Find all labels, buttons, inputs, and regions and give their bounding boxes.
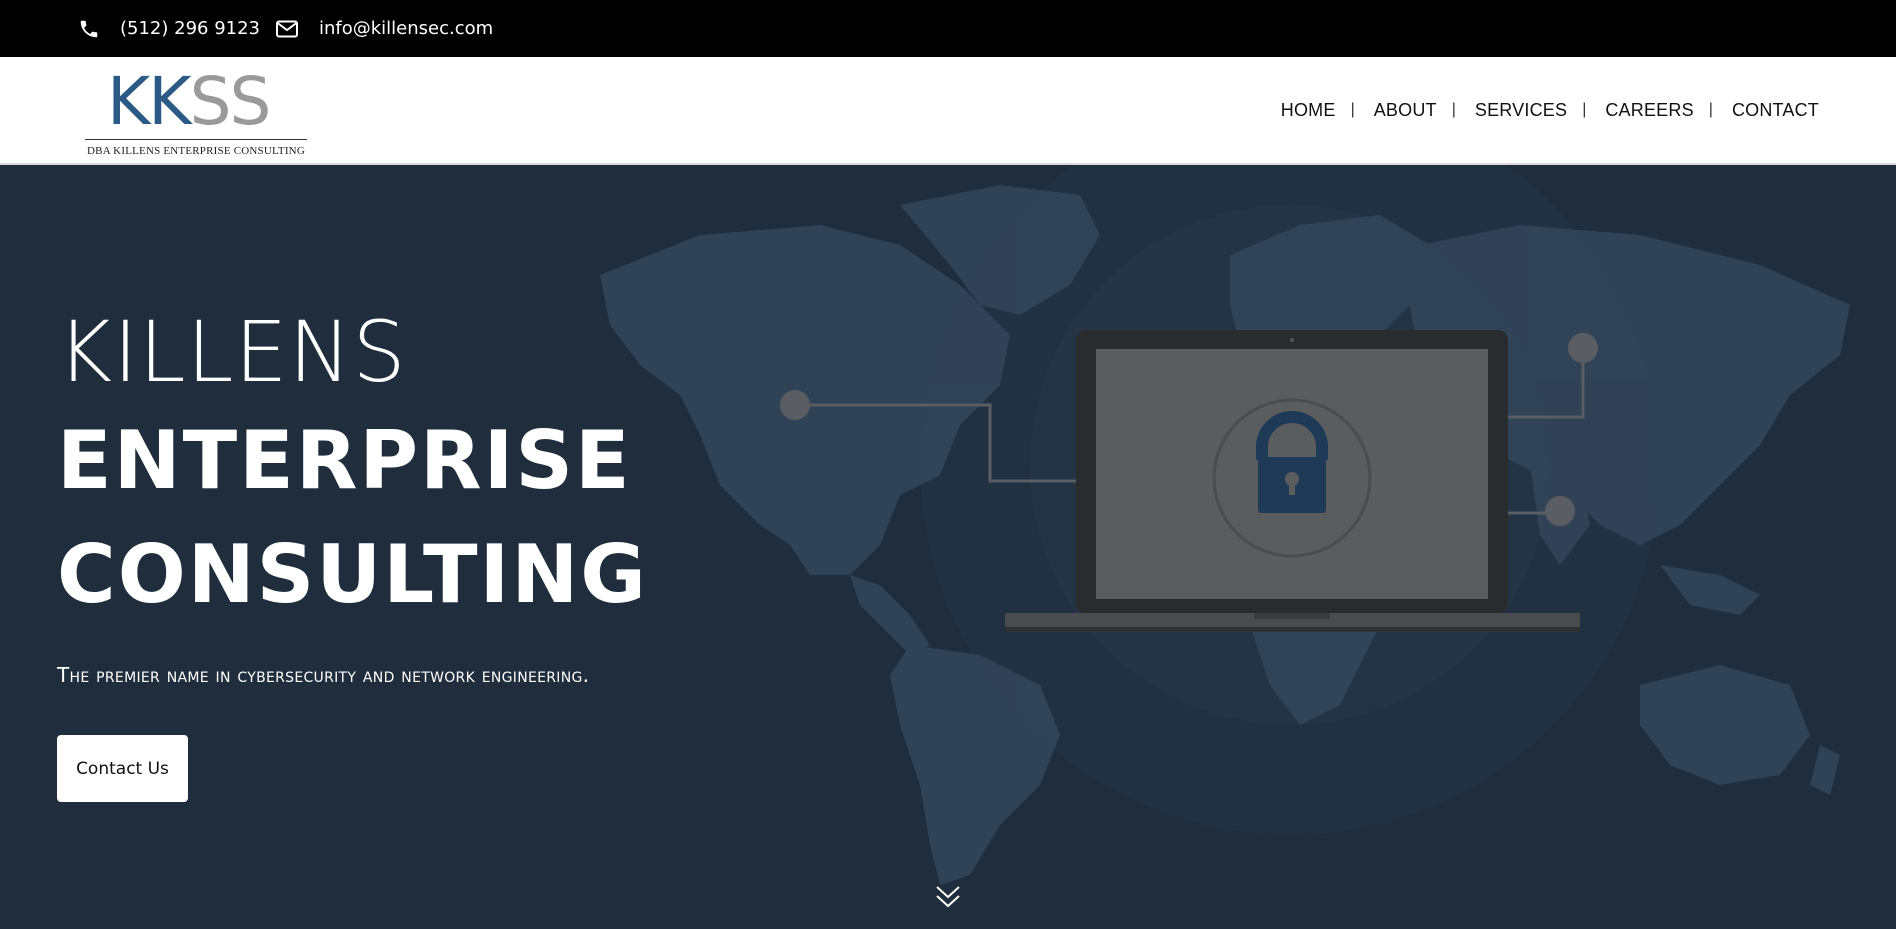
hero-section: KILLENS ENTERPRISE CONSULTING The premie… (0, 165, 1896, 929)
phone-contact[interactable]: (512) 296 9123 (78, 0, 260, 57)
nav-about[interactable]: ABOUT (1374, 100, 1437, 121)
phone-icon (80, 20, 98, 37)
network-node (780, 390, 810, 420)
logo-divider (85, 139, 307, 140)
nav-contact[interactable]: CONTACT (1732, 100, 1819, 121)
logo-tagline: DBA KILLENS ENTERPRISE CONSULTING (87, 145, 305, 157)
nav-separator: | (1350, 101, 1355, 118)
hero-title-line2: ENTERPRISE (57, 414, 632, 507)
top-contact-bar: (512) 296 9123 info@killensec.com (0, 0, 1896, 57)
hero-title-line1: KILLENS (57, 303, 407, 401)
hero-tagline: The premier name in cybersecurity and ne… (57, 663, 590, 687)
network-node (1545, 496, 1575, 526)
nav-separator: | (1708, 101, 1713, 118)
hero-title-line3: CONSULTING (57, 528, 648, 621)
nav-services[interactable]: SERVICES (1475, 100, 1567, 121)
nav-separator: | (1451, 101, 1456, 118)
envelope-icon (276, 20, 298, 37)
chevron-double-down-icon[interactable] (933, 883, 963, 913)
email-address: info@killensec.com (319, 18, 494, 39)
site-header: KKSS DBA KILLENS ENTERPRISE CONSULTING H… (0, 57, 1896, 165)
phone-number: (512) 296 9123 (120, 18, 261, 39)
nav-careers[interactable]: CAREERS (1605, 100, 1693, 121)
laptop-illustration (1005, 330, 1580, 632)
network-node (1568, 333, 1598, 363)
nav-home[interactable]: HOME (1281, 100, 1336, 121)
company-logo[interactable]: KKSS DBA KILLENS ENTERPRISE CONSULTING (85, 63, 307, 161)
main-nav: HOME | ABOUT | SERVICES | CAREERS | CONT… (1281, 57, 1819, 163)
contact-us-button[interactable]: Contact Us (57, 735, 188, 802)
nav-separator: | (1582, 101, 1587, 118)
logo-mark: KKSS (107, 63, 271, 140)
email-contact[interactable]: info@killensec.com (275, 0, 493, 57)
